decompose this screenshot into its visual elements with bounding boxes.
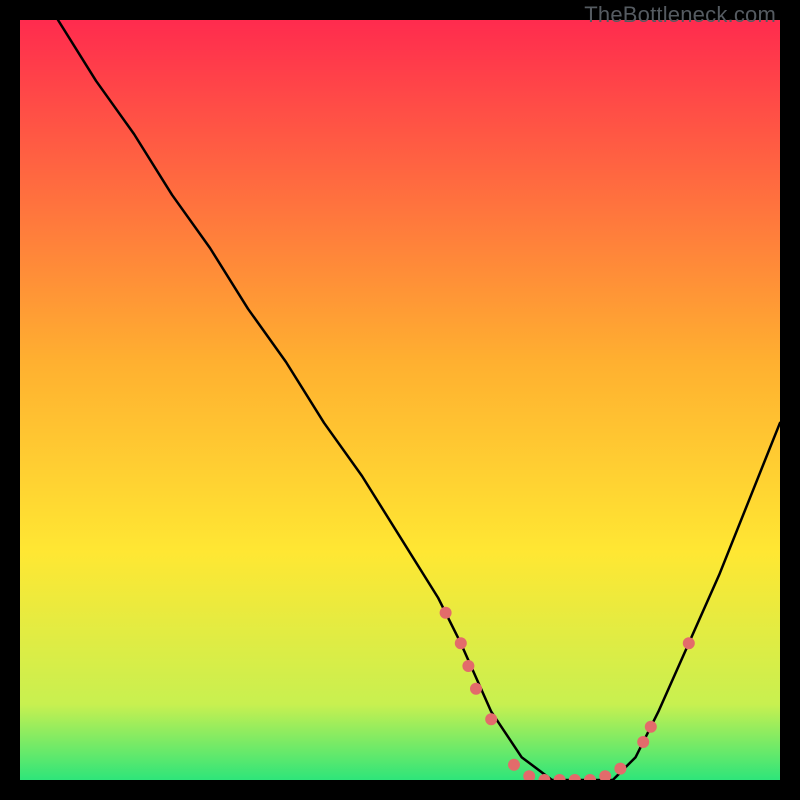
data-marker — [462, 660, 474, 672]
data-marker — [485, 713, 497, 725]
data-marker — [645, 721, 657, 733]
data-marker — [470, 683, 482, 695]
data-marker — [455, 637, 467, 649]
data-marker — [614, 763, 626, 775]
chart-frame — [20, 20, 780, 780]
data-marker — [508, 759, 520, 771]
watermark-text: TheBottleneck.com — [584, 2, 776, 28]
data-marker — [683, 637, 695, 649]
data-marker — [637, 736, 649, 748]
data-marker — [440, 607, 452, 619]
bottleneck-chart — [20, 20, 780, 780]
